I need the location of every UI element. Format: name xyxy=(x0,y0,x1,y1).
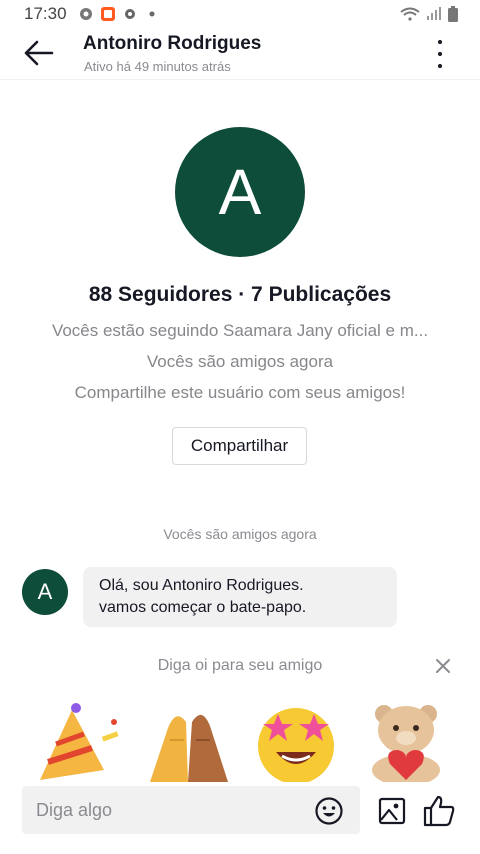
chrome-icon xyxy=(79,8,92,20)
app-notification-icon xyxy=(100,7,115,21)
chat-header: Antoniro Rodrigues Ativo há 49 minutos a… xyxy=(0,28,480,80)
image-icon[interactable] xyxy=(377,796,407,826)
thumbs-up-icon[interactable] xyxy=(422,794,456,828)
more-options-icon[interactable] xyxy=(430,38,450,70)
greeting-row: Diga oi para seu amigo xyxy=(0,657,480,679)
message-avatar[interactable]: A xyxy=(22,569,68,615)
dot-icon xyxy=(149,11,155,17)
high-five-icon xyxy=(150,714,228,782)
system-message: Vocês são amigos agora xyxy=(163,526,317,542)
dot xyxy=(438,64,442,68)
star-eyes-sticker[interactable] xyxy=(252,700,342,782)
dot xyxy=(438,52,442,56)
signal-icon xyxy=(427,7,441,20)
message-line: Olá, sou Antoniro Rodrigues. xyxy=(99,577,304,594)
message-input-container xyxy=(22,786,360,834)
share-button[interactable]: Compartilhar xyxy=(172,427,307,465)
greeting-text: Diga oi para seu amigo xyxy=(157,657,323,674)
settings-gear-icon xyxy=(124,9,135,19)
status-right xyxy=(400,6,458,22)
star-eyes-emoji-icon xyxy=(258,708,334,782)
status-left: 17:30 xyxy=(24,4,159,24)
emoji-icon[interactable] xyxy=(314,796,344,826)
status-bar: 17:30 xyxy=(0,0,480,28)
wifi-icon xyxy=(400,7,420,21)
message-input-bar xyxy=(0,782,480,854)
close-icon[interactable] xyxy=(434,657,452,675)
profile-avatar[interactable]: A xyxy=(175,127,305,257)
friends-status-text: Vocês são amigos agora xyxy=(146,352,334,371)
status-time: 17:30 xyxy=(24,4,67,23)
battery-icon xyxy=(448,6,458,22)
high-five-sticker[interactable] xyxy=(140,700,230,782)
party-popper-sticker[interactable] xyxy=(32,700,122,782)
teddy-bear-heart-sticker[interactable] xyxy=(362,700,452,782)
message-bubble[interactable]: Olá, sou Antoniro Rodrigues. vamos começ… xyxy=(83,567,397,627)
contact-name[interactable]: Antoniro Rodrigues xyxy=(83,33,261,55)
profile-stats: 88 Seguidores · 7 Publicações xyxy=(88,283,392,306)
message-line: vamos começar o bate-papo. xyxy=(99,599,307,616)
dot xyxy=(438,40,442,44)
mutual-following-text: Vocês estão seguindo Saamara Jany oficia… xyxy=(51,321,429,340)
share-prompt-text: Compartilhe este usuário com seus amigos… xyxy=(74,383,406,402)
party-popper-icon xyxy=(40,703,119,780)
message-input[interactable] xyxy=(36,786,296,834)
teddy-bear-icon xyxy=(372,705,440,782)
back-arrow-icon[interactable] xyxy=(22,38,56,68)
last-active-status: Ativo há 49 minutos atrás xyxy=(84,59,231,74)
